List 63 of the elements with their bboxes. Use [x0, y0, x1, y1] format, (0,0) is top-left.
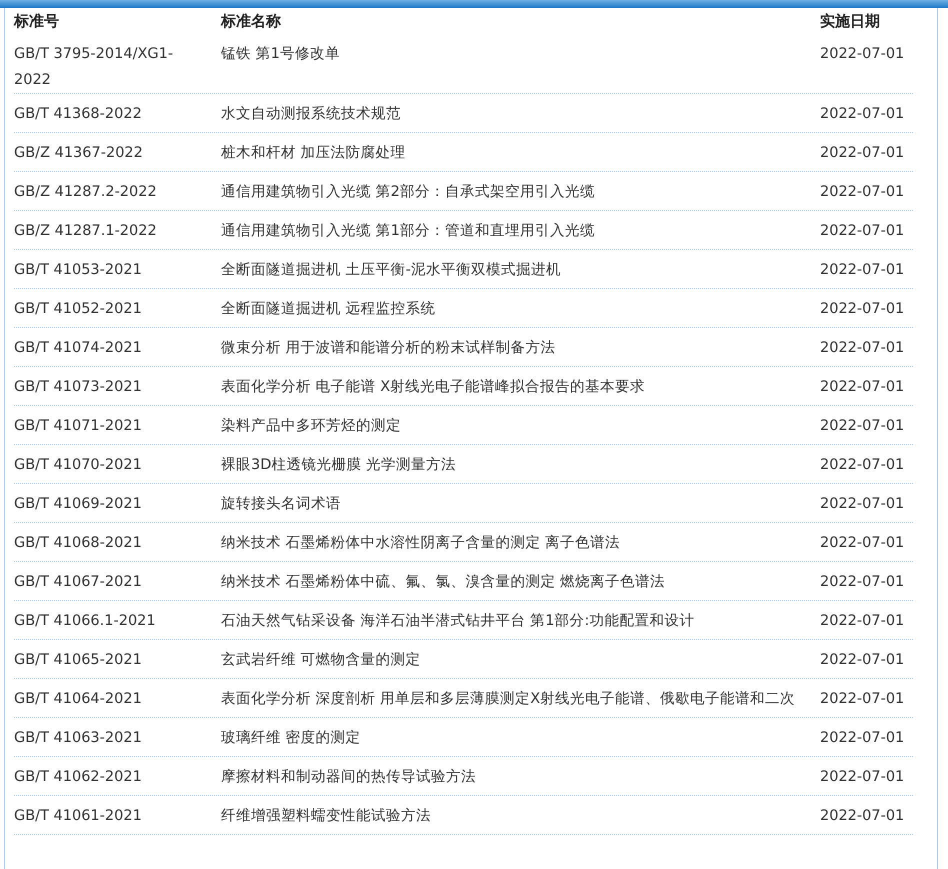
standard-name-link[interactable]: 通信用建筑物引入光缆 第2部分：自承式架空用引入光缆	[221, 184, 595, 200]
standard-name-link[interactable]: 摩擦材料和制动器间的热传导试验方法	[221, 769, 476, 785]
standard-name-link[interactable]: 旋转接头名词术语	[221, 496, 341, 512]
standard-name-link[interactable]: 锰铁 第1号修改单	[221, 46, 340, 62]
standard-name-link[interactable]: 染料产品中多环芳烃的测定	[221, 418, 401, 434]
standard-name-link[interactable]: 表面化学分析 深度剖析 用单层和多层薄膜测定X射线光电子能谱、俄歇电子能谱和二次	[221, 691, 796, 707]
standard-number-cell: GB/T 3795-2014/XG1-2022	[14, 46, 174, 88]
standard-name-link[interactable]: 石油天然气钻采设备 海洋石油半潜式钻井平台 第1部分:功能配置和设计	[221, 613, 694, 629]
standard-name-link[interactable]: 纳米技术 石墨烯粉体中硫、氟、氯、溴含量的测定 燃烧离子色谱法	[221, 574, 666, 590]
standard-number-cell: GB/T 41064-2021	[14, 691, 142, 707]
standard-number-cell: GB/T 41066.1-2021	[14, 613, 156, 629]
date-cell: 2022-07-01	[820, 613, 904, 629]
standard-name-link[interactable]: 全断面隧道掘进机 远程监控系统	[221, 301, 436, 317]
standard-name-link[interactable]: 微束分析 用于波谱和能谱分析的粉末试样制备方法	[221, 340, 556, 356]
standard-number-cell: GB/T 41052-2021	[14, 301, 142, 317]
column-header: 标准名称	[221, 12, 281, 30]
standard-name-link[interactable]: 纳米技术 石墨烯粉体中水溶性阴离子含量的测定 离子色谱法	[221, 535, 620, 551]
standard-number-cell: GB/T 41067-2021	[14, 574, 142, 590]
date-cell: 2022-07-01	[820, 379, 904, 395]
date-cell: 2022-07-01	[820, 223, 904, 239]
standard-name-link[interactable]: 纤维增强塑料蠕变性能试验方法	[221, 808, 431, 824]
standard-name-link[interactable]: 表面化学分析 电子能谱 X射线光电子能谱峰拟合报告的基本要求	[221, 379, 646, 395]
column-header: 标准号	[14, 12, 60, 30]
date-cell: 2022-07-01	[820, 808, 904, 824]
date-cell: 2022-07-01	[820, 652, 904, 668]
date-cell: 2022-07-01	[820, 730, 904, 746]
standard-name-link[interactable]: 全断面隧道掘进机 土压平衡-泥水平衡双模式掘进机	[221, 262, 561, 278]
date-cell: 2022-07-01	[820, 535, 904, 551]
column-header: 实施日期	[820, 12, 880, 30]
standard-number-cell: GB/T 41073-2021	[14, 379, 142, 395]
standard-name-link[interactable]: 通信用建筑物引入光缆 第1部分：管道和直埋用引入光缆	[221, 223, 595, 239]
standard-number-cell: GB/T 41069-2021	[14, 496, 142, 512]
standard-name-link[interactable]: 桩木和杆材 加压法防腐处理	[221, 145, 406, 161]
standard-number-cell: GB/T 41071-2021	[14, 418, 142, 434]
standard-number-cell: GB/T 41062-2021	[14, 769, 142, 785]
standard-number-cell: GB/Z 41367-2022	[14, 145, 143, 161]
standard-number-cell: GB/Z 41287.1-2022	[14, 223, 157, 239]
date-cell: 2022-07-01	[820, 769, 904, 785]
standard-number-cell: GB/T 41053-2021	[14, 262, 142, 278]
standard-name-link[interactable]: 玻璃纤维 密度的测定	[221, 730, 361, 746]
date-cell: 2022-07-01	[820, 496, 904, 512]
date-cell: 2022-07-01	[820, 574, 904, 590]
standard-number-cell: GB/T 41068-2021	[14, 535, 142, 551]
standard-name-link[interactable]: 水文自动测报系统技术规范	[221, 106, 401, 122]
standard-number-cell: GB/T 41065-2021	[14, 652, 142, 668]
date-cell: 2022-07-01	[820, 418, 904, 434]
date-cell: 2022-07-01	[820, 457, 904, 473]
date-cell: 2022-07-01	[820, 46, 904, 62]
standard-number-cell: GB/T 41368-2022	[14, 106, 142, 122]
date-cell: 2022-07-01	[820, 340, 904, 356]
standard-number-cell: GB/Z 41287.2-2022	[14, 184, 157, 200]
date-cell: 2022-07-01	[820, 145, 904, 161]
standard-number-cell: GB/T 41070-2021	[14, 457, 142, 473]
date-cell: 2022-07-01	[820, 106, 904, 122]
standard-number-cell: GB/T 41061-2021	[14, 808, 142, 824]
standard-number-cell: GB/T 41074-2021	[14, 340, 142, 356]
date-cell: 2022-07-01	[820, 691, 904, 707]
standard-name-link[interactable]: 裸眼3D柱透镜光栅膜 光学测量方法	[221, 457, 456, 473]
date-cell: 2022-07-01	[820, 184, 904, 200]
date-cell: 2022-07-01	[820, 262, 904, 278]
date-cell: 2022-07-01	[820, 301, 904, 317]
standard-number-cell: GB/T 41063-2021	[14, 730, 142, 746]
standard-name-link[interactable]: 玄武岩纤维 可燃物含量的测定	[221, 652, 421, 668]
